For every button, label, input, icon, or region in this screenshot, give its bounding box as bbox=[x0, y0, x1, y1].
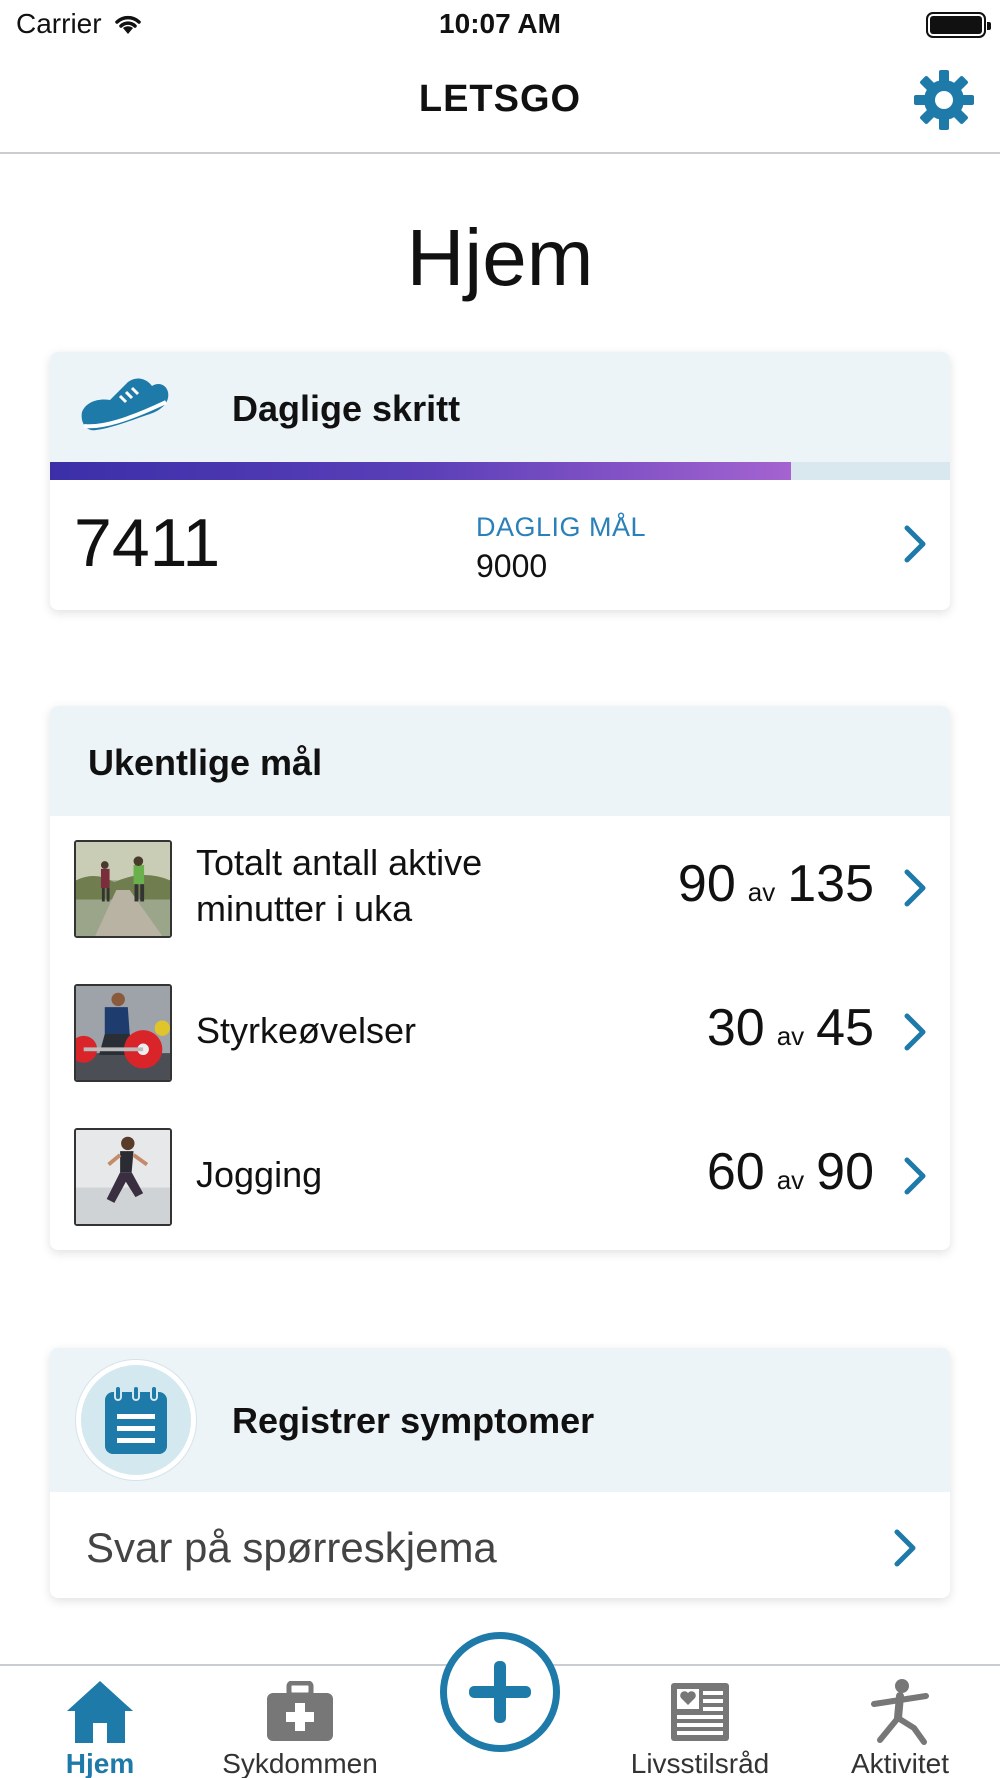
chevron-right-icon[interactable] bbox=[902, 524, 928, 564]
status-bar: Carrier 10:07 AM bbox=[0, 0, 1000, 50]
goal-done: 90 bbox=[677, 855, 736, 913]
tab-livsstilsrad[interactable]: Livsstilsråd bbox=[610, 1666, 790, 1778]
register-symptoms-card[interactable]: Registrer symptomer Svar på spørreskjema bbox=[50, 1348, 950, 1598]
steps-progress-bar bbox=[50, 462, 950, 480]
navigation-bar: LETSGO bbox=[0, 50, 1000, 154]
goal-name: Totalt antall aktive minutter i uka bbox=[196, 840, 482, 932]
walking-couple-image bbox=[74, 840, 172, 938]
chevron-right-icon[interactable] bbox=[902, 1012, 928, 1052]
goal-av: av bbox=[747, 877, 776, 907]
goal-total: 90 bbox=[816, 1143, 874, 1201]
app-title: LETSGO bbox=[418, 78, 582, 120]
battery-icon bbox=[926, 12, 991, 38]
tab-label: Livsstilsråd bbox=[630, 1748, 770, 1778]
goal-progress: 60 av 90 bbox=[707, 1142, 874, 1202]
weekly-goals-header: Ukentlige mål bbox=[50, 706, 950, 816]
goal-av: av bbox=[776, 1165, 805, 1195]
daily-steps-title: Daglige skritt bbox=[232, 388, 461, 429]
weekly-goal-row[interactable]: Styrkeøvelser 30 av 45 bbox=[50, 960, 950, 1104]
settings-button[interactable] bbox=[912, 68, 976, 132]
tab-label: Aktivitet bbox=[850, 1748, 950, 1778]
jogging-image bbox=[74, 1128, 172, 1226]
home-icon bbox=[67, 1681, 133, 1743]
clipboard-icon-circle bbox=[76, 1360, 196, 1480]
goal-name: Jogging bbox=[196, 1154, 323, 1195]
weekly-goal-row[interactable]: Totalt antall aktive minutter i uka 90 a… bbox=[50, 816, 950, 960]
shoe-icon bbox=[81, 378, 169, 431]
goal-name: Styrkeøvelser bbox=[196, 1010, 417, 1051]
activity-icon bbox=[871, 1679, 929, 1745]
goal-total: 135 bbox=[787, 855, 874, 913]
daily-goal-value: 9000 bbox=[476, 548, 548, 584]
goal-done: 60 bbox=[706, 1143, 765, 1201]
goal-total: 45 bbox=[816, 999, 874, 1057]
tab-aktivitet[interactable]: Aktivitet bbox=[820, 1666, 980, 1778]
daily-goal-label: DAGLIG MÅL bbox=[476, 512, 647, 542]
chevron-right-icon[interactable] bbox=[902, 868, 928, 908]
weekly-goal-row[interactable]: Jogging 60 av 90 bbox=[50, 1104, 950, 1248]
tab-label: Sykdommen bbox=[222, 1748, 378, 1778]
page-title: Hjem bbox=[406, 213, 594, 302]
daily-steps-header: Daglige skritt bbox=[50, 352, 950, 462]
daily-steps-card[interactable]: Daglige skritt 7411 DAGLIG MÅL 9000 bbox=[50, 352, 950, 610]
weightlifting-image bbox=[74, 984, 172, 1082]
goal-av: av bbox=[776, 1021, 805, 1051]
news-icon bbox=[671, 1683, 729, 1741]
goal-done: 30 bbox=[706, 999, 765, 1057]
add-button[interactable] bbox=[440, 1632, 560, 1752]
medkit-icon bbox=[267, 1681, 333, 1741]
tab-label: Hjem bbox=[65, 1748, 135, 1778]
steps-progress-fill bbox=[50, 462, 791, 480]
weekly-goals-card: Ukentlige mål Totalt antall aktive minut… bbox=[50, 706, 950, 1250]
gear-icon bbox=[914, 70, 974, 130]
questionnaire-link[interactable]: Svar på spørreskjema bbox=[86, 1524, 497, 1572]
clock: 10:07 AM bbox=[439, 8, 561, 39]
plus-icon bbox=[469, 1661, 531, 1723]
goal-name-line: Totalt antall aktive bbox=[196, 842, 483, 883]
goal-progress: 90 av 135 bbox=[678, 854, 874, 914]
chevron-right-icon[interactable] bbox=[902, 1156, 928, 1196]
clipboard-icon bbox=[105, 1385, 167, 1454]
chevron-right-icon[interactable] bbox=[892, 1528, 918, 1568]
register-symptoms-header: Registrer symptomer bbox=[50, 1348, 950, 1492]
weekly-goals-title: Ukentlige mål bbox=[88, 742, 323, 783]
goal-progress: 30 av 45 bbox=[707, 998, 874, 1058]
register-symptoms-title: Registrer symptomer bbox=[232, 1400, 595, 1441]
goal-name-line: minutter i uka bbox=[196, 888, 413, 929]
tab-sykdommen[interactable]: Sykdommen bbox=[210, 1666, 390, 1778]
tab-hjem[interactable]: Hjem bbox=[40, 1666, 160, 1778]
steps-count: 7411 bbox=[74, 505, 221, 581]
